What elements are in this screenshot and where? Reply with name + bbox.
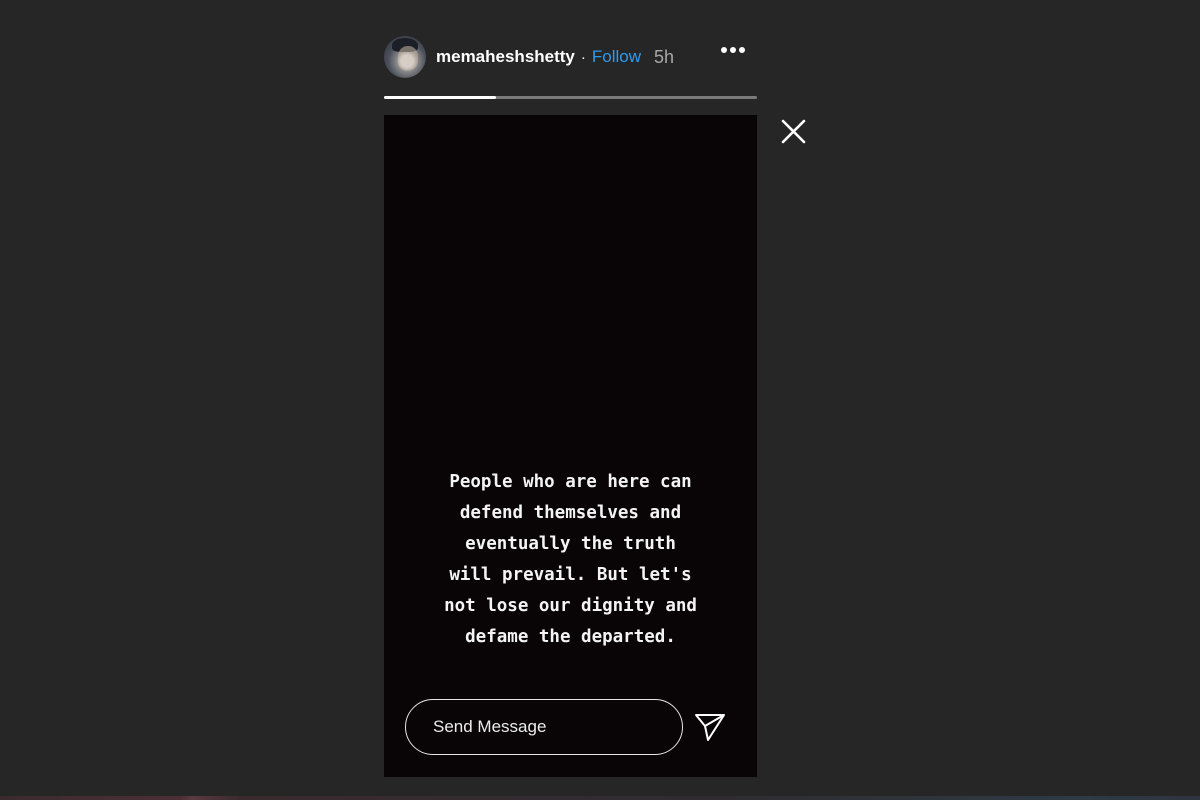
more-options-icon[interactable]	[721, 47, 745, 53]
story-viewer: memaheshshetty · Follow 5h People who ar…	[0, 0, 1200, 800]
post-time: 5h	[654, 46, 675, 67]
story-text: People who are here can defend themselve…	[444, 472, 697, 647]
story-progress-fill	[384, 96, 496, 99]
follow-button[interactable]: Follow	[592, 47, 641, 67]
bottom-strip	[0, 796, 1200, 800]
username[interactable]: memaheshshetty	[436, 47, 575, 67]
close-icon[interactable]	[781, 119, 806, 144]
separator-dot: ·	[580, 48, 586, 66]
story-progress-bar	[384, 96, 757, 99]
send-icon[interactable]	[694, 711, 726, 743]
avatar[interactable]	[384, 36, 426, 78]
story-header: memaheshshetty · Follow 5h	[384, 36, 757, 78]
send-message-input[interactable]	[405, 699, 683, 755]
story-content[interactable]: People who are here can defend themselve…	[384, 115, 757, 777]
